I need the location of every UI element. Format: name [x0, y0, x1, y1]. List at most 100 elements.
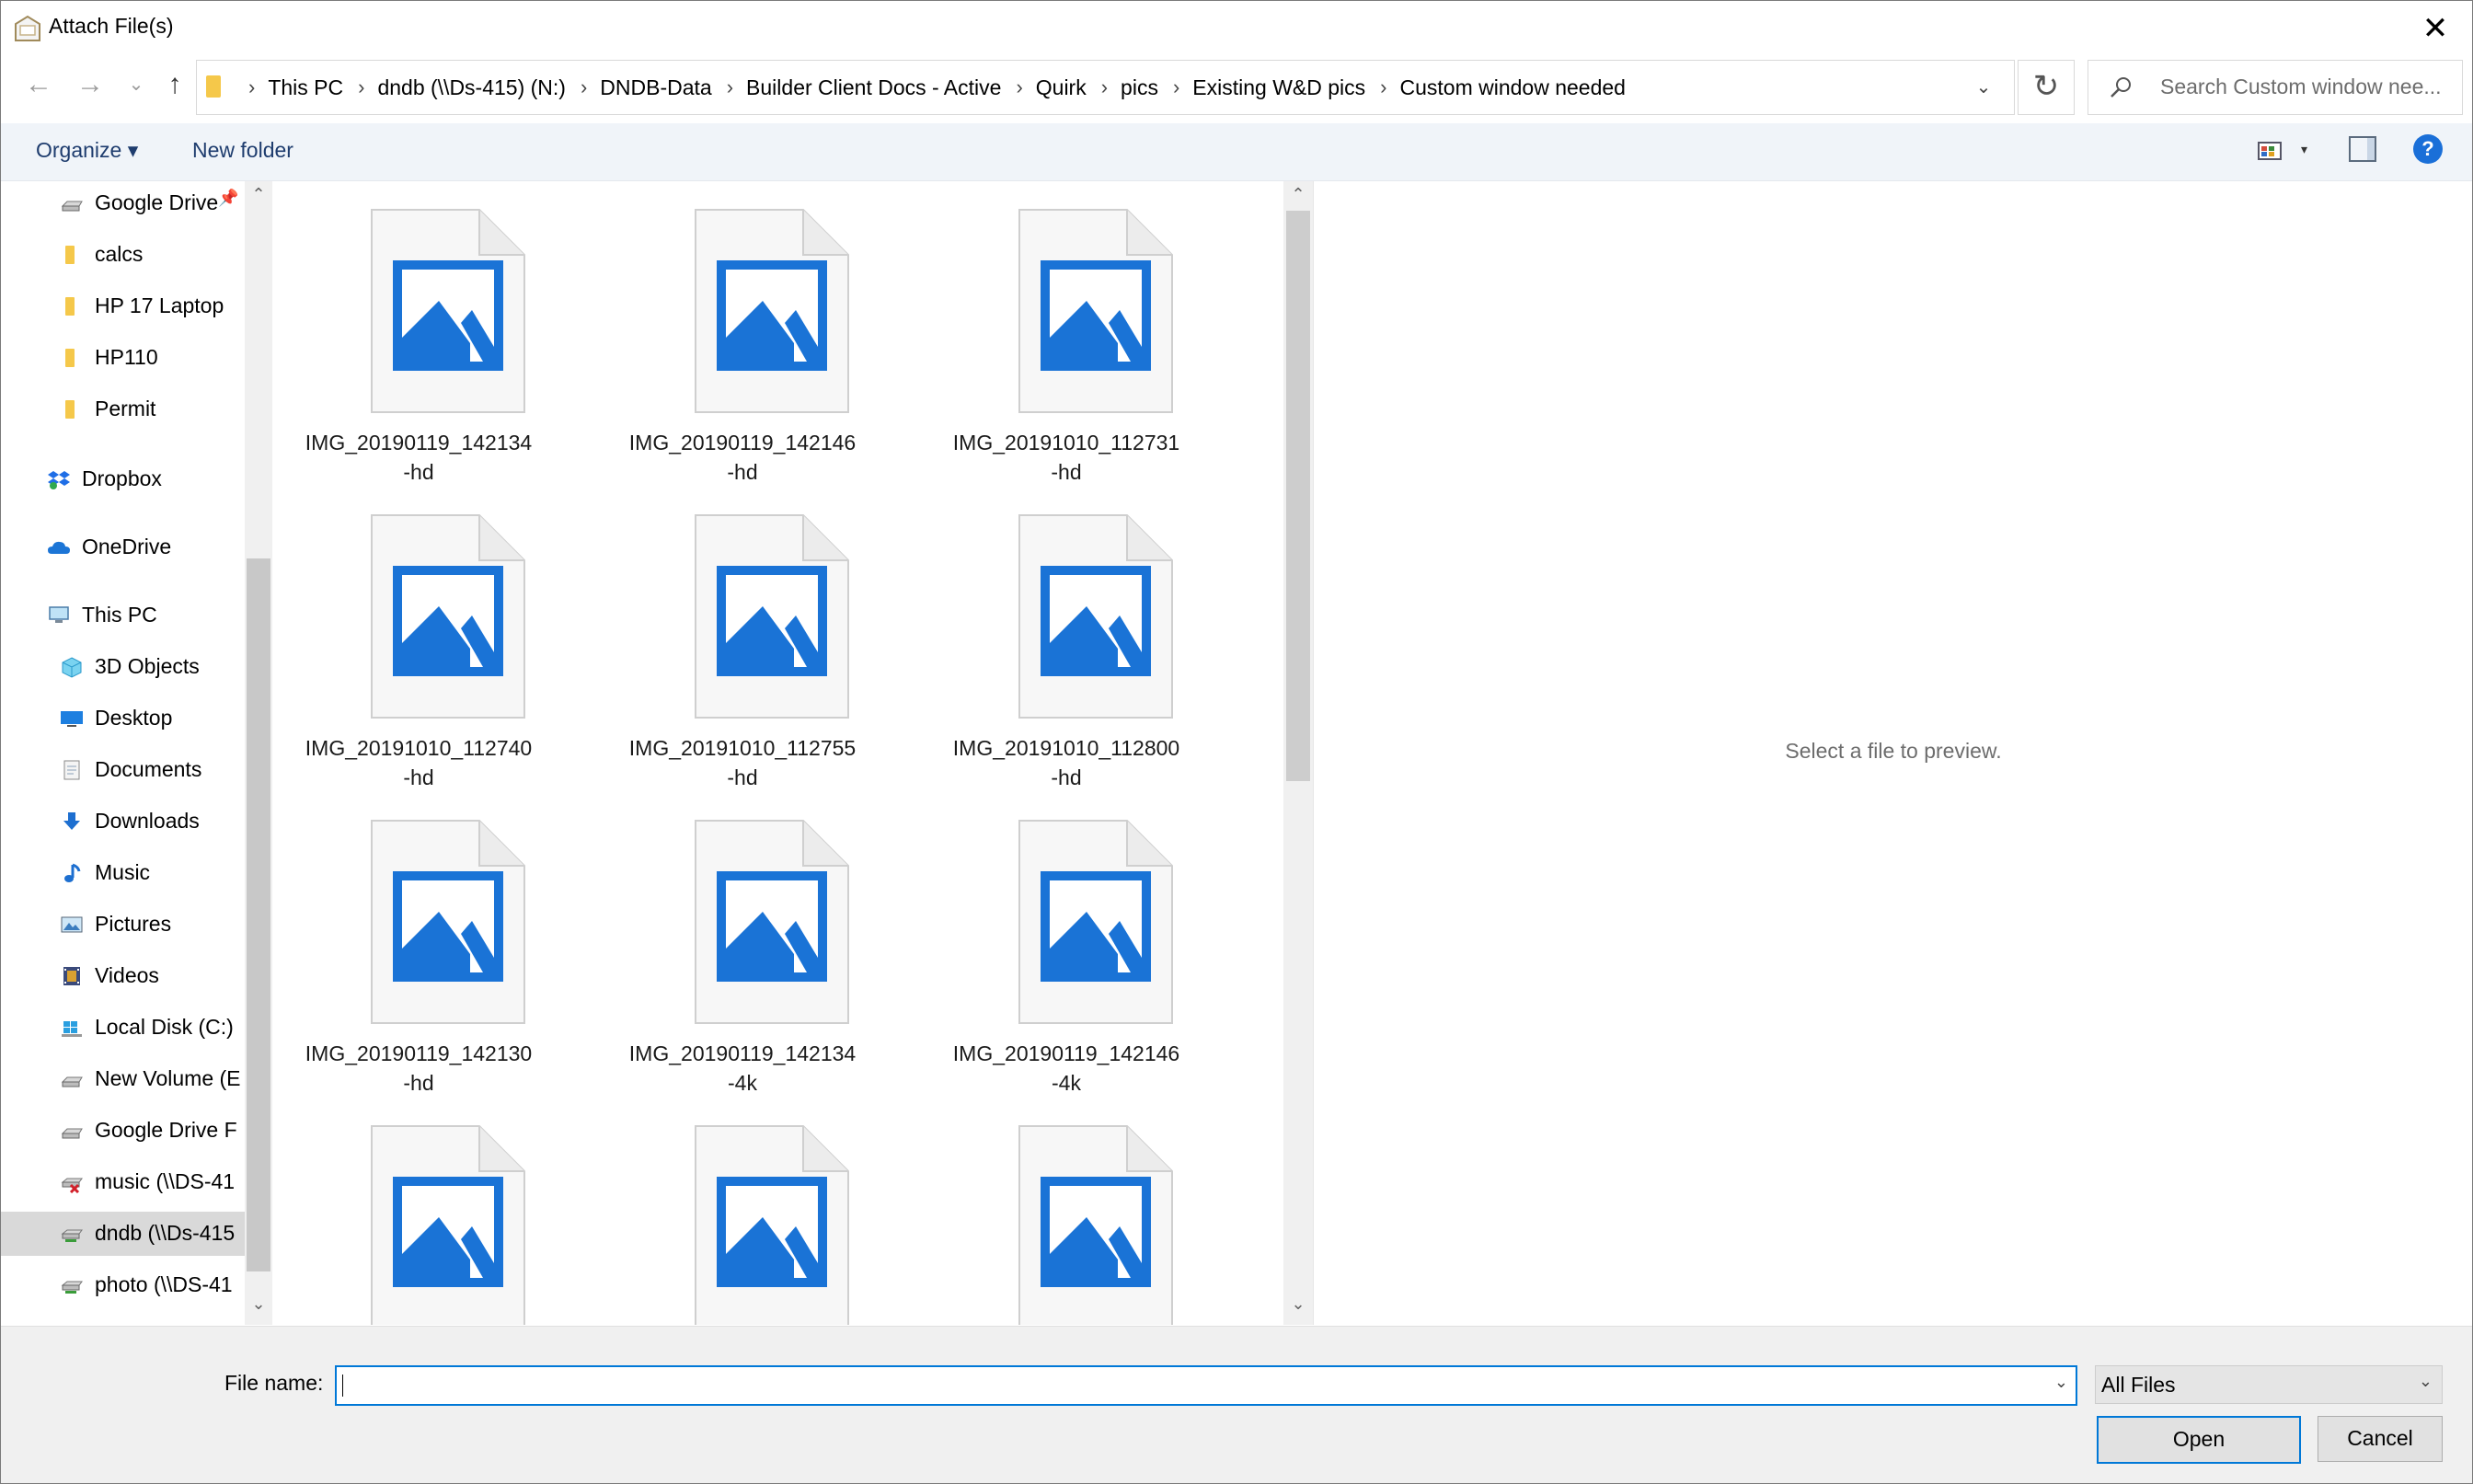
- breadcrumb-item[interactable]: DNDB-Data: [600, 75, 711, 100]
- file-item[interactable]: IMG_20191010_112740 -hd: [290, 487, 566, 789]
- file-name-line: IMG_20190119_142134: [628, 1041, 857, 1065]
- file-name: IMG_20190119_142134 -4k: [614, 1039, 871, 1098]
- up-arrow-icon[interactable]: ↑: [159, 69, 190, 100]
- file-item[interactable]: IMG_20190119_142146 -4k: [937, 792, 1213, 1095]
- sidebar-item[interactable]: dndb (\\Ds-415: [1, 1212, 245, 1256]
- file-item[interactable]: [614, 1098, 890, 1325]
- nav-scrollbar-thumb[interactable]: [247, 558, 270, 1271]
- refresh-icon[interactable]: ↻: [2018, 60, 2075, 115]
- sidebar-item[interactable]: Videos: [1, 954, 245, 998]
- sidebar-item[interactable]: Documents: [1, 748, 245, 792]
- sidebar-item-label: Documents: [95, 757, 202, 781]
- organize-button[interactable]: Organize ▾: [36, 138, 138, 163]
- file-item[interactable]: IMG_20191010_112800 -hd: [937, 487, 1213, 789]
- breadcrumb-separator-icon[interactable]: ›: [1173, 75, 1179, 99]
- file-name-line: -hd: [727, 765, 758, 789]
- breadcrumb-item[interactable]: pics: [1121, 75, 1158, 100]
- file-name-line: -hd: [1051, 460, 1082, 484]
- sidebar-item-label: Dropbox: [82, 466, 162, 490]
- breadcrumb-item[interactable]: Builder Client Docs - Active: [746, 75, 1001, 100]
- breadcrumb-item[interactable]: Existing W&D pics: [1192, 75, 1365, 100]
- forward-arrow-icon[interactable]: →: [75, 69, 106, 100]
- recent-locations-chevron-icon[interactable]: ⌄: [121, 69, 152, 100]
- sidebar-item-label: Google Drive F: [95, 1118, 237, 1142]
- file-item[interactable]: IMG_20190119_142130 -hd: [290, 792, 566, 1095]
- search-box[interactable]: Search Custom window nee...: [2088, 60, 2463, 115]
- file-name-line: IMG_20191010_112731: [952, 431, 1180, 454]
- breadcrumb-separator-icon[interactable]: ›: [1380, 75, 1386, 99]
- view-dropdown-icon[interactable]: ▾: [2301, 142, 2307, 157]
- back-arrow-icon[interactable]: ←: [23, 69, 54, 100]
- file-name-line: -4k: [1052, 1071, 1081, 1095]
- breadcrumb-separator-icon[interactable]: ›: [581, 75, 587, 99]
- file-item[interactable]: IMG_20190119_142146 -hd: [614, 181, 890, 484]
- file-item[interactable]: IMG_20190119_142134 -hd: [290, 181, 566, 484]
- image-file-icon: [371, 1125, 525, 1325]
- sidebar-item[interactable]: photo (\\DS-41: [1, 1263, 245, 1307]
- sidebar-item-label: HP 17 Laptop: [95, 293, 224, 317]
- sidebar-item[interactable]: Local Disk (C:): [1, 1006, 245, 1050]
- file-name: IMG_20190119_142146 -hd: [614, 428, 871, 487]
- sidebar-item[interactable]: HP110: [1, 336, 245, 380]
- breadcrumb-separator-icon[interactable]: ›: [727, 75, 733, 99]
- sidebar-item[interactable]: Downloads: [1, 800, 245, 844]
- sidebar-item[interactable]: Music: [1, 851, 245, 895]
- sidebar-item[interactable]: Google Drive 📌: [1, 181, 245, 225]
- image-file-icon: [1018, 209, 1173, 413]
- breadcrumb-item[interactable]: Quirk: [1036, 75, 1087, 100]
- cancel-button[interactable]: Cancel: [2318, 1416, 2443, 1462]
- scroll-up-arrow-icon[interactable]: ⌃: [1284, 185, 1312, 204]
- file-item[interactable]: IMG_20191010_112731 -hd: [937, 181, 1213, 484]
- breadcrumb-separator-icon[interactable]: ›: [248, 75, 255, 99]
- sidebar-item[interactable]: New Volume (E: [1, 1057, 245, 1101]
- file-item[interactable]: [290, 1098, 566, 1325]
- breadcrumb-item[interactable]: This PC: [268, 75, 343, 100]
- image-file-icon: [695, 514, 849, 719]
- search-input[interactable]: Search Custom window nee...: [2160, 75, 2442, 99]
- sidebar-item[interactable]: OneDrive: [1, 525, 245, 569]
- help-icon[interactable]: ?: [2413, 134, 2443, 164]
- file-name-dropdown-icon[interactable]: ⌄: [2054, 1373, 2068, 1392]
- file-name-input[interactable]: ⌄: [335, 1365, 2077, 1406]
- file-type-dropdown-icon[interactable]: ⌄: [2419, 1372, 2433, 1391]
- file-list-scrollbar[interactable]: ⌃ ⌄: [1283, 181, 1313, 1325]
- new-folder-button[interactable]: New folder: [192, 138, 293, 163]
- address-dropdown-icon[interactable]: ⌄: [1953, 61, 2014, 114]
- sidebar-item[interactable]: Pictures: [1, 903, 245, 947]
- file-type-select[interactable]: All Files ⌄: [2095, 1365, 2443, 1404]
- file-item[interactable]: IMG_20190119_142134 -4k: [614, 792, 890, 1095]
- file-name-line: -hd: [1051, 765, 1082, 789]
- breadcrumb-separator-icon[interactable]: ›: [1016, 75, 1022, 99]
- sidebar-item[interactable]: Desktop: [1, 696, 245, 741]
- nav-scrollbar[interactable]: ⌃ ⌄: [245, 181, 272, 1325]
- preview-pane-icon[interactable]: [2349, 136, 2376, 162]
- sidebar-item[interactable]: Google Drive F: [1, 1109, 245, 1153]
- file-item[interactable]: IMG_20191010_112755 -hd: [614, 487, 890, 789]
- breadcrumb-item[interactable]: dndb (\\Ds-415) (N:): [377, 75, 566, 100]
- scroll-down-arrow-icon[interactable]: ⌄: [245, 1294, 272, 1314]
- close-icon[interactable]: ✕: [2417, 10, 2454, 47]
- sidebar-item-label: Music: [95, 860, 151, 884]
- sidebar-item[interactable]: This PC: [1, 593, 245, 638]
- breadcrumb-separator-icon[interactable]: ›: [358, 75, 364, 99]
- sidebar-item[interactable]: music (\\DS-41: [1, 1160, 245, 1204]
- file-item[interactable]: [937, 1098, 1213, 1325]
- image-file-icon: [695, 1125, 849, 1325]
- change-view-icon[interactable]: [2257, 138, 2283, 164]
- file-list-scrollbar-thumb[interactable]: [1286, 211, 1310, 781]
- sidebar-item[interactable]: Dropbox: [1, 457, 245, 501]
- breadcrumb-separator-icon[interactable]: ›: [1101, 75, 1108, 99]
- scroll-down-arrow-icon[interactable]: ⌄: [1284, 1294, 1312, 1314]
- title-bar: Attach File(s) ✕: [1, 1, 2472, 56]
- file-name: IMG_20190119_142134 -hd: [290, 428, 547, 487]
- pc-icon: [47, 604, 71, 627]
- open-button[interactable]: Open: [2097, 1416, 2301, 1464]
- sidebar-item[interactable]: calcs: [1, 233, 245, 277]
- sidebar-item[interactable]: 3D Objects: [1, 645, 245, 689]
- breadcrumb-item[interactable]: Custom window needed: [1399, 75, 1625, 100]
- scroll-up-arrow-icon[interactable]: ⌃: [245, 185, 272, 204]
- sidebar-item[interactable]: surveillance (\\I: [1, 1315, 245, 1325]
- sidebar-item[interactable]: Permit: [1, 387, 245, 431]
- sidebar-item[interactable]: HP 17 Laptop: [1, 284, 245, 328]
- address-bar[interactable]: › This PC › dndb (\\Ds-415) (N:) › DNDB-Data ›…: [196, 60, 2015, 115]
